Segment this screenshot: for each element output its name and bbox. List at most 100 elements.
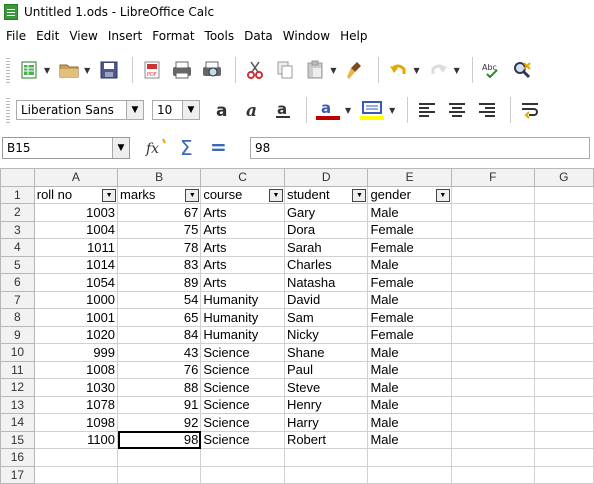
cell[interactable] (450, 343, 535, 362)
cell[interactable]: 1078 (33, 395, 119, 414)
cell[interactable]: Female (367, 273, 452, 292)
font-size-combo[interactable]: 10 ▼ (152, 100, 200, 120)
cell[interactable] (283, 465, 369, 484)
chevron-down-icon[interactable]: ▼ (454, 66, 460, 75)
chevron-down-icon[interactable]: ▼ (84, 66, 90, 75)
cell[interactable]: Science (200, 430, 285, 449)
cell[interactable]: Nicky (283, 325, 369, 344)
cell[interactable]: Arts (200, 238, 285, 257)
cell[interactable]: course ▼ (200, 185, 285, 204)
column-header-a[interactable]: A (33, 168, 119, 187)
menu-file[interactable]: File (0, 29, 31, 43)
cell[interactable]: Sarah (283, 238, 369, 257)
row-header[interactable]: 1 (0, 185, 35, 204)
cell[interactable]: Harry (283, 413, 369, 432)
row-header[interactable]: 13 (0, 395, 35, 414)
cell[interactable]: Charles (283, 255, 369, 274)
print-icon[interactable] (169, 57, 195, 83)
cell[interactable]: Science (200, 378, 285, 397)
cell[interactable]: 54 (117, 290, 202, 309)
cell[interactable]: Arts (200, 255, 285, 274)
row-header[interactable]: 11 (0, 360, 35, 379)
cell[interactable] (117, 448, 202, 467)
menu-window[interactable]: Window (278, 29, 335, 43)
font-name-combo[interactable]: Liberation Sans ▼ (16, 100, 144, 120)
cell[interactable] (450, 448, 535, 467)
cell[interactable] (533, 220, 594, 239)
cell[interactable] (533, 185, 594, 204)
font-color-icon[interactable]: a (313, 97, 343, 123)
undo-icon[interactable] (385, 57, 411, 83)
cell[interactable]: David (283, 290, 369, 309)
align-right-icon[interactable] (474, 97, 500, 123)
cell[interactable]: Science (200, 343, 285, 362)
cell[interactable] (450, 413, 535, 432)
cell[interactable]: Arts (200, 203, 285, 222)
cell[interactable]: 98 (117, 430, 202, 449)
cell[interactable]: Sam (283, 308, 369, 327)
cell[interactable]: 88 (117, 378, 202, 397)
cell[interactable] (533, 360, 594, 379)
cell[interactable] (200, 465, 285, 484)
copy-icon[interactable] (272, 57, 298, 83)
row-header[interactable]: 5 (0, 255, 35, 274)
menu-insert[interactable]: Insert (103, 29, 147, 43)
column-header-g[interactable]: G (533, 168, 594, 187)
row-header[interactable]: 4 (0, 238, 35, 257)
cell[interactable]: 83 (117, 255, 202, 274)
toolbar-grip[interactable] (6, 97, 10, 123)
bold-icon[interactable]: a (210, 97, 236, 123)
cell[interactable]: Male (367, 203, 452, 222)
align-center-icon[interactable] (444, 97, 470, 123)
cell[interactable]: 1000 (33, 290, 119, 309)
cell[interactable] (450, 465, 535, 484)
cell[interactable]: Gary (283, 203, 369, 222)
wrap-text-icon[interactable] (517, 97, 543, 123)
spellcheck-icon[interactable]: Abc (479, 57, 505, 83)
print-preview-icon[interactable] (199, 57, 225, 83)
cell[interactable] (533, 448, 594, 467)
row-header[interactable]: 3 (0, 220, 35, 239)
formula-input[interactable]: 98 (250, 137, 590, 159)
cell[interactable]: Female (367, 325, 452, 344)
row-header[interactable]: 12 (0, 378, 35, 397)
cell[interactable]: Dora (283, 220, 369, 239)
autofilter-dropdown-icon[interactable]: ▼ (102, 188, 117, 202)
function-wizard-icon[interactable]: fx (144, 135, 170, 161)
cell[interactable]: Humanity (200, 325, 285, 344)
cell[interactable]: student ▼ (283, 185, 369, 204)
cell[interactable] (450, 395, 535, 414)
cell[interactable]: Arts (200, 220, 285, 239)
export-pdf-icon[interactable]: PDF (139, 57, 165, 83)
cell[interactable]: 67 (117, 203, 202, 222)
cell[interactable]: Robert (283, 430, 369, 449)
open-folder-icon[interactable] (56, 57, 82, 83)
cell[interactable]: 84 (117, 325, 202, 344)
cell[interactable] (533, 203, 594, 222)
cell[interactable] (283, 448, 369, 467)
cell[interactable] (533, 273, 594, 292)
cell[interactable]: Male (367, 413, 452, 432)
cell[interactable]: 43 (117, 343, 202, 362)
cell[interactable]: Female (367, 220, 452, 239)
row-header[interactable]: 15 (0, 430, 35, 449)
cell[interactable] (200, 448, 285, 467)
cell[interactable] (33, 465, 119, 484)
autofilter-dropdown-icon[interactable]: ▼ (435, 188, 450, 202)
cell[interactable]: Arts (200, 273, 285, 292)
redo-icon[interactable] (426, 57, 452, 83)
cell[interactable]: 1004 (33, 220, 119, 239)
cell[interactable]: Humanity (200, 308, 285, 327)
cell[interactable]: Shane (283, 343, 369, 362)
row-header[interactable]: 17 (0, 465, 35, 484)
cell[interactable]: 76 (117, 360, 202, 379)
cell[interactable]: 1054 (33, 273, 119, 292)
new-spreadsheet-icon[interactable] (16, 57, 42, 83)
cell[interactable]: gender ▼ (367, 185, 452, 204)
cell[interactable] (533, 378, 594, 397)
row-header[interactable]: 16 (0, 448, 35, 467)
column-header-d[interactable]: D (283, 168, 369, 187)
cell[interactable]: 75 (117, 220, 202, 239)
menu-edit[interactable]: Edit (31, 29, 64, 43)
cell[interactable] (367, 448, 452, 467)
